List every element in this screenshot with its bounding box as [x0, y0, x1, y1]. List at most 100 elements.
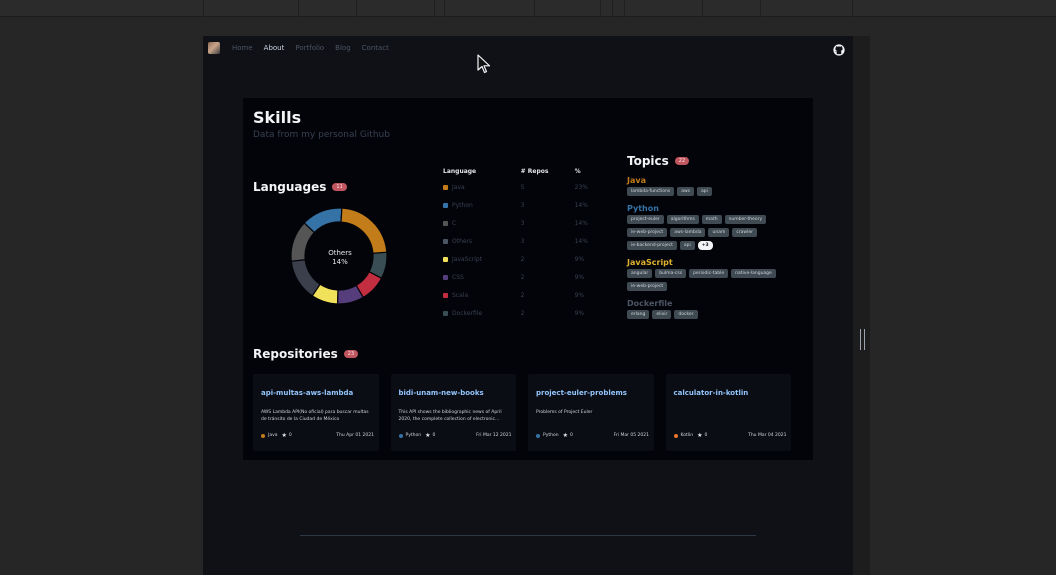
language-name: Scala: [452, 291, 469, 299]
language-name: C: [452, 219, 457, 227]
language-percent: 23%: [574, 183, 588, 191]
resize-handle[interactable]: [860, 329, 865, 350]
nav-blog[interactable]: Blog: [335, 44, 350, 52]
topic-tag[interactable]: lambda-functions: [627, 187, 675, 196]
star-icon: ★: [281, 432, 287, 439]
language-repos: 5: [520, 183, 525, 191]
repo-card[interactable]: calculator-in-kotlin Kotlin ★ 0 Thu Mar 04 2…: [665, 374, 791, 451]
repo-name[interactable]: bidi-unam-new-books: [399, 389, 484, 397]
topic-tag[interactable]: number-theory: [724, 215, 767, 224]
repo-language-dot: [261, 433, 265, 438]
language-percent: 9%: [574, 291, 585, 299]
repo-language-dot: [398, 433, 403, 438]
language-cell: Others: [443, 238, 521, 245]
github-icon[interactable]: [833, 44, 845, 56]
topic-tag[interactable]: api: [679, 241, 695, 250]
language-percent: 9%: [574, 273, 585, 281]
topic-group: Dockerfile erlang elixir docker: [627, 299, 807, 323]
topic-more-button[interactable]: +3: [697, 241, 713, 250]
repo-date: Thu Mar 04 2021: [748, 433, 787, 438]
language-color-swatch: [443, 238, 448, 244]
topic-tags: project-euler algorithms math number-theory…: [627, 215, 807, 254]
topic-group-name: Java: [627, 176, 646, 185]
repo-meta: Java ★ 0 Thu Apr 01 2021: [261, 432, 374, 439]
star-icon: ★: [425, 432, 431, 439]
header-percent: %: [574, 167, 581, 175]
language-cell: Python: [443, 202, 521, 209]
nav-about[interactable]: About: [264, 44, 285, 52]
repo-card[interactable]: api-multas-aws-lambda AWS Lambda API(No o…: [253, 374, 379, 451]
topics-heading: Topics 22: [627, 154, 807, 168]
nav-home[interactable]: Home: [232, 44, 253, 52]
topic-tag[interactable]: crawler: [732, 228, 757, 237]
skills-card: Skills Data from my personal Github Lang…: [243, 98, 813, 460]
topic-tag[interactable]: ie-web-project: [627, 282, 668, 291]
language-row: CSS 2 9%: [443, 268, 603, 286]
topic-tag[interactable]: unam: [708, 228, 730, 237]
donut-slice-java[interactable]: [340, 207, 388, 254]
topic-tag[interactable]: angular: [627, 269, 653, 278]
topic-tag[interactable]: api: [697, 187, 712, 196]
language-percent: 9%: [574, 255, 585, 263]
language-name: Python: [452, 201, 473, 209]
topic-tag[interactable]: project-euler: [627, 215, 664, 224]
language-name: JavaScript: [452, 255, 483, 263]
topic-tag[interactable]: elixir: [652, 310, 672, 319]
avatar[interactable]: [208, 42, 220, 54]
topic-tag[interactable]: ie-web-project: [627, 228, 668, 237]
repo-stars: 0: [288, 433, 292, 438]
topic-tag[interactable]: native-language: [731, 269, 776, 278]
topic-tags: erlang elixir docker: [627, 310, 807, 323]
topic-tags: angular bulma-css periodic-table native-lan…: [627, 269, 807, 295]
site-nav: Home About Portfolio Blog Contact: [203, 36, 853, 60]
language-cell: C: [443, 220, 521, 227]
topic-tag[interactable]: aws-lambda: [670, 228, 706, 237]
repo-language: Python: [405, 433, 422, 438]
language-row: Others 3 14%: [443, 232, 603, 250]
topic-tag[interactable]: math: [701, 215, 722, 224]
languages-table-header: Language # Repos %: [443, 164, 603, 178]
repo-date: Fri Mar 05 2021: [613, 433, 649, 438]
repo-name[interactable]: calculator-in-kotlin: [674, 389, 749, 397]
repositories-title: Repositories: [253, 347, 338, 361]
topic-group: JavaScript angular bulma-css periodic-table…: [627, 258, 807, 295]
nav-contact[interactable]: Contact: [362, 44, 389, 52]
language-repos: 2: [520, 273, 525, 281]
topic-tag[interactable]: ie-backend-project: [627, 241, 677, 250]
topic-tag[interactable]: periodic-table: [689, 269, 729, 278]
repo-stars: 0: [704, 433, 708, 438]
footer-divider: [300, 535, 756, 536]
topic-tags: lambda-functions aws api: [627, 187, 807, 200]
repo-language-dot: [673, 433, 678, 438]
topic-tag[interactable]: bulma-css: [655, 269, 687, 278]
language-repos: 2: [520, 291, 525, 299]
language-color-swatch: [443, 256, 448, 262]
language-color-swatch: [443, 220, 448, 226]
topic-tag[interactable]: erlang: [627, 310, 650, 319]
language-row: JavaScript 2 9%: [443, 250, 603, 268]
repo-language: Python: [543, 433, 559, 438]
repo-card[interactable]: bidi-unam-new-books This API shows the bi…: [390, 374, 516, 451]
language-name: Java: [452, 183, 465, 191]
topic-tag[interactable]: docker: [674, 310, 698, 319]
language-repos: 3: [520, 201, 525, 209]
language-cell: JavaScript: [443, 256, 521, 263]
language-color-swatch: [443, 310, 448, 316]
star-icon: ★: [697, 432, 703, 439]
repo-description: AWS Lambda API(No oficial) para buscar m…: [261, 410, 369, 422]
repo-stars: 0: [570, 433, 573, 438]
language-cell: CSS: [443, 274, 521, 281]
topic-tag[interactable]: aws: [677, 187, 695, 196]
repo-name[interactable]: api-multas-aws-lambda: [261, 389, 353, 397]
star-icon: ★: [562, 432, 568, 439]
repo-card[interactable]: project-euler-problems Problems of Projec…: [528, 374, 654, 451]
donut-slice-c[interactable]: [290, 222, 316, 262]
repo-name[interactable]: project-euler-problems: [536, 389, 627, 397]
repo-language-dot: [536, 433, 540, 438]
languages-table: Language # Repos % Java 5 23% Python 3 14% C 3 1…: [443, 164, 603, 322]
nav-portfolio[interactable]: Portfolio: [295, 44, 324, 52]
language-repos: 3: [520, 219, 525, 227]
language-cell: Java: [443, 184, 521, 191]
repositories-count-badge: 23: [343, 350, 359, 358]
topic-tag[interactable]: algorithms: [666, 215, 699, 224]
